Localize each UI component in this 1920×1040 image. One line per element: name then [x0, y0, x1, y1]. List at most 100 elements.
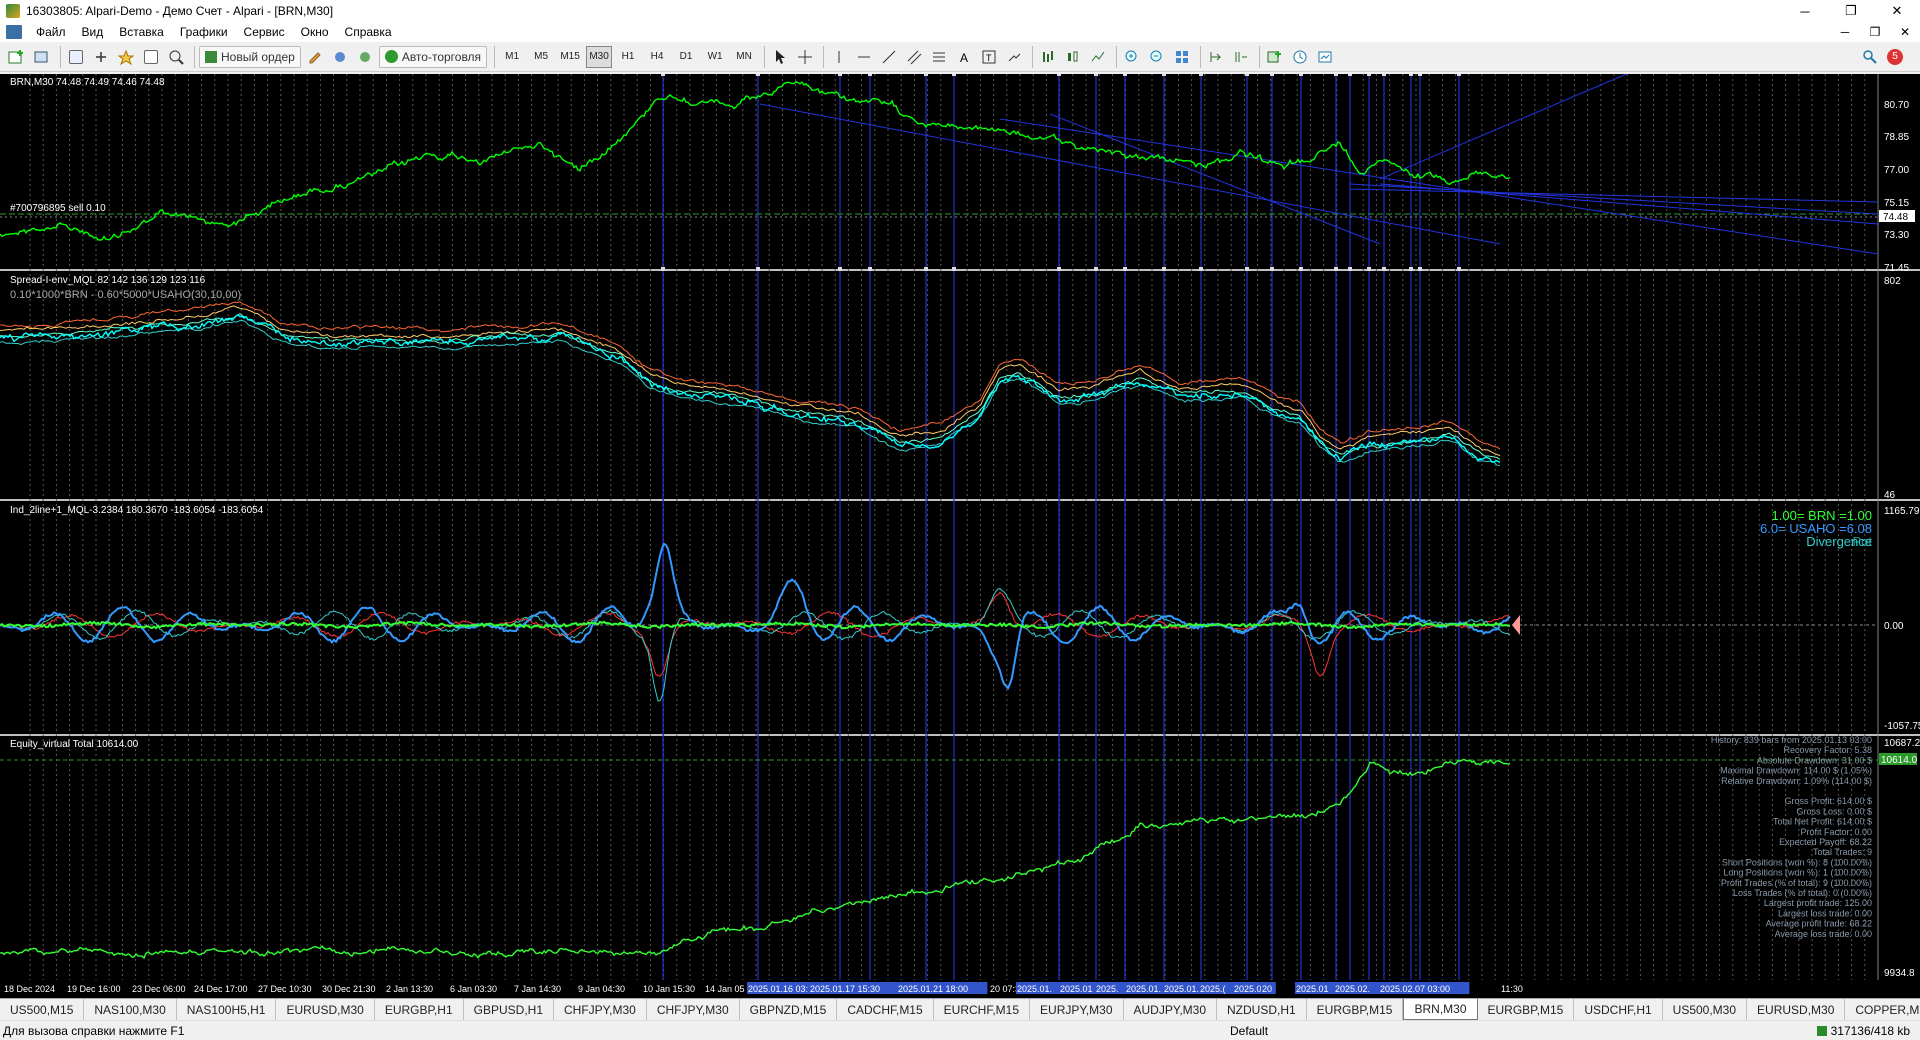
autotrading-button[interactable]: Авто-торговля	[378, 45, 488, 68]
zoom-out-icon[interactable]	[1146, 46, 1168, 68]
timeframe-m30[interactable]: M30	[586, 45, 613, 68]
child-close-button[interactable]: ✕	[1890, 22, 1920, 42]
chart-shift-icon[interactable]	[1230, 46, 1252, 68]
new-chart-icon[interactable]	[6, 46, 28, 68]
toolbar: Новый ордер Авто-торговля M1 M5 M15 M30 …	[0, 42, 1920, 72]
timeframe-m15[interactable]: M15	[557, 46, 583, 68]
timeframe-m5[interactable]: M5	[528, 46, 554, 68]
price-pane[interactable]: BRN,M30 74.48 74.49 74.46 74.48 #7007968…	[0, 74, 1915, 274]
child-minimize-button[interactable]: ─	[1830, 22, 1860, 42]
time-axis[interactable]: 18 Dec 2024 19 Dec 16:00 23 Dec 06:00 24 De…	[0, 980, 1920, 998]
templates-icon[interactable]	[1314, 46, 1336, 68]
close-button[interactable]: ✕	[1874, 0, 1920, 22]
chart-tab-eurusd-m30[interactable]: EURUSD,M30	[276, 999, 375, 1020]
spread-pane[interactable]: Spread-I-env_MQL 82 142 136 129 123 116 …	[0, 275, 1901, 501]
trade-marker	[1299, 74, 1303, 76]
equity-scale-bottom: 9934.8	[1884, 968, 1915, 979]
new-order-button[interactable]: Новый ордер	[199, 45, 301, 68]
menu-tools[interactable]: Сервис	[236, 25, 293, 39]
minimize-button[interactable]: ─	[1782, 0, 1828, 22]
line-chart-icon[interactable]	[1087, 46, 1109, 68]
periods-icon[interactable]	[1289, 46, 1311, 68]
arrows-icon[interactable]	[1003, 46, 1025, 68]
menu-file[interactable]: Файл	[28, 25, 74, 39]
current-price-value: 74.48	[1883, 212, 1908, 223]
menu-window[interactable]: Окно	[293, 25, 337, 39]
chart-canvas[interactable]: BRN,M30 74.48 74.49 74.46 74.48 #7007968…	[0, 74, 1920, 998]
menu-view[interactable]: Вид	[74, 25, 112, 39]
bar-chart-icon[interactable]	[1037, 46, 1059, 68]
divergence-pane[interactable]: Ind_2line+1_MQL-3.2384 180.3670 -183.605…	[0, 505, 1920, 732]
time-axis-label: 2025.02.07 03:00	[1380, 984, 1450, 994]
fibonacci-icon[interactable]	[928, 46, 950, 68]
child-restore-button[interactable]: ❐	[1860, 22, 1890, 42]
timeframe-h1[interactable]: H1	[615, 46, 641, 68]
timeframe-w1[interactable]: W1	[702, 46, 728, 68]
menu-insert[interactable]: Вставка	[111, 25, 172, 39]
data-window-icon[interactable]	[90, 46, 112, 68]
candlestick-icon[interactable]	[1062, 46, 1084, 68]
trade-marker	[924, 267, 928, 271]
chart-tab-copper-m30[interactable]: COPPER,M30	[1845, 999, 1920, 1020]
zoom-in-icon[interactable]	[1121, 46, 1143, 68]
chart-tab-nas100-m30[interactable]: NAS100,M30	[84, 999, 177, 1020]
horizontal-line-icon[interactable]	[853, 46, 875, 68]
chart-window[interactable]: BRN,M30 74.48 74.49 74.46 74.48 #7007968…	[0, 74, 1920, 998]
market-watch-icon[interactable]	[65, 46, 87, 68]
trendline-icon[interactable]	[878, 46, 900, 68]
timeframe-mn[interactable]: MN	[731, 46, 757, 68]
trade-marker	[1162, 74, 1166, 76]
profiles-icon[interactable]	[31, 46, 53, 68]
chart-tab-eurjpy-m30[interactable]: EURJPY,M30	[1030, 999, 1124, 1020]
text-tool-icon[interactable]: A	[953, 46, 975, 68]
chart-tab-eurusd-m30[interactable]: EURUSD,M30	[1747, 999, 1846, 1020]
chart-tab-us500-m15[interactable]: US500,M15	[0, 999, 85, 1020]
indicators-icon[interactable]	[1264, 46, 1286, 68]
timeframe-d1[interactable]: D1	[673, 46, 699, 68]
crosshair-icon[interactable]	[794, 46, 816, 68]
text-label-icon[interactable]: T	[978, 46, 1000, 68]
chart-tab-chfjpy-m30[interactable]: CHFJPY,M30	[647, 999, 740, 1020]
chart-tab-us500-m30[interactable]: US500,M30	[1663, 999, 1748, 1020]
chart-tab-eurgbp-h1[interactable]: EURGBP,H1	[375, 999, 464, 1020]
timeframe-m1[interactable]: M1	[499, 46, 525, 68]
chart-tab-eurgbp-m15[interactable]: EURGBP,M15	[1478, 999, 1575, 1020]
chart-tab-usdchf-h1[interactable]: USDCHF,H1	[1574, 999, 1663, 1020]
menu-help[interactable]: Справка	[337, 25, 400, 39]
search-icon[interactable]	[1859, 46, 1881, 68]
chart-tab-gbpnzd-m15[interactable]: GBPNZD,M15	[740, 999, 838, 1020]
time-axis-label: 6 Jan 03:30	[450, 984, 497, 994]
status-traffic: 317136/418 kb	[1816, 1024, 1910, 1038]
signals-icon[interactable]	[329, 46, 351, 68]
chart-tab-cadchf-m15[interactable]: CADCHF,M15	[837, 999, 934, 1020]
equidistant-channel-icon[interactable]	[903, 46, 925, 68]
chart-tab-audjpy-m30[interactable]: AUDJPY,M30	[1124, 999, 1217, 1020]
restore-button[interactable]: ❐	[1828, 0, 1874, 22]
chart-tab-brn-m30[interactable]: BRN,M30	[1403, 999, 1478, 1020]
chart-tab-nas100h5-h1[interactable]: NAS100H5,H1	[177, 999, 277, 1020]
chart-tab-eurgbp-m15[interactable]: EURGBP,M15	[1307, 999, 1404, 1020]
trade-marker	[868, 74, 872, 76]
vertical-line-icon[interactable]	[828, 46, 850, 68]
notifications-button[interactable]: 5	[1884, 46, 1906, 68]
time-axis-label: 11:30	[1501, 984, 1523, 994]
statistics-line: Absolute Drawdown: 31.00 $	[1757, 755, 1872, 765]
autoscroll-icon[interactable]	[1205, 46, 1227, 68]
chart-tab-chfjpy-m30[interactable]: CHFJPY,M30	[554, 999, 647, 1020]
cursor-icon[interactable]	[769, 46, 791, 68]
chart-window-icon[interactable]	[6, 25, 22, 39]
status-bar: Для вызова справки нажмите F1 Default 31…	[0, 1020, 1920, 1040]
strategy-tester-icon[interactable]	[165, 46, 187, 68]
market-icon[interactable]	[354, 46, 376, 68]
metaeditor-icon[interactable]	[304, 46, 326, 68]
chart-tab-gbpusd-h1[interactable]: GBPUSD,H1	[464, 999, 554, 1020]
menu-charts[interactable]: Графики	[172, 25, 236, 39]
timeframe-h4[interactable]: H4	[644, 46, 670, 68]
chart-tab-nzdusd-h1[interactable]: NZDUSD,H1	[1217, 999, 1307, 1020]
equity-pane[interactable]: Equity_virtual Total 10614.00 History: 8…	[0, 735, 1920, 979]
chart-tab-eurchf-m15[interactable]: EURCHF,M15	[934, 999, 1031, 1020]
navigator-icon[interactable]	[115, 46, 137, 68]
tile-windows-icon[interactable]	[1171, 46, 1193, 68]
time-axis-label: 23 Dec 06:00	[132, 984, 186, 994]
terminal-icon[interactable]	[140, 46, 162, 68]
